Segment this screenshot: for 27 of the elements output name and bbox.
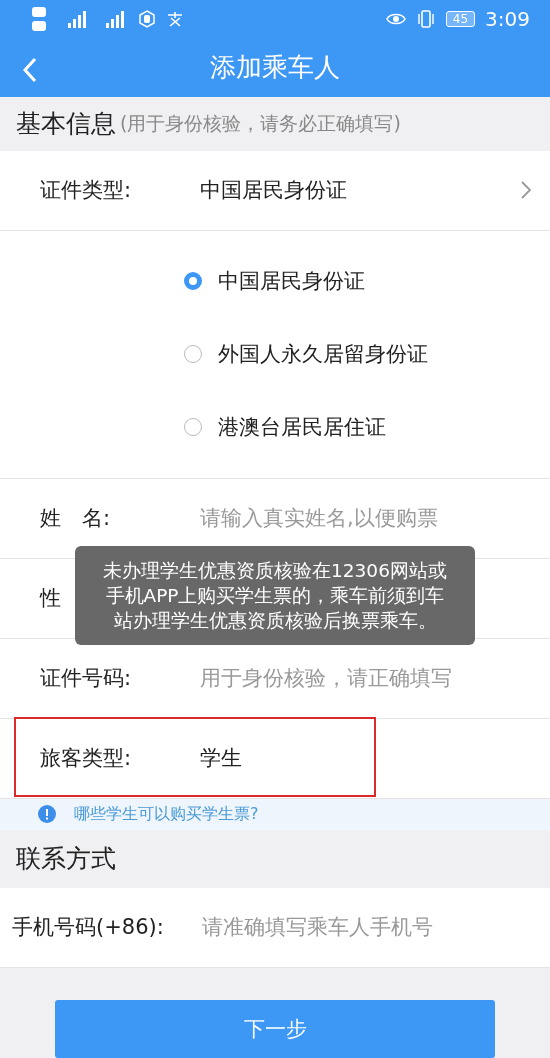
field-label: 姓 名: (40, 505, 111, 533)
section-note: (用于身份核验，请务必正确填写) (120, 110, 401, 136)
translate-icon (166, 10, 184, 29)
page-title: 添加乘车人 (210, 51, 340, 85)
input-field[interactable]: 请准确填写乘车人手机号 (202, 915, 550, 940)
section-title: 联系方式 (16, 843, 116, 876)
clock-time: 3:09 (485, 7, 530, 32)
radio-option[interactable]: 港澳台居民居住证 (184, 390, 550, 464)
field-label: 手机号码(+86): (12, 914, 164, 942)
message-toast: 未办理学生优惠资质核验在12306网站或手机APP上购买学生票的，乘车前须到车站办理学生优惠资质核验后换票乘车。 (75, 546, 475, 645)
field-label: 旅客类型: (40, 745, 132, 773)
field-value[interactable]: 学生 (200, 744, 242, 773)
battery-indicator: 45 (445, 11, 476, 28)
field-label: 性 (40, 585, 61, 613)
field-label: 证件类型: (40, 177, 132, 205)
radio-option[interactable]: 中国居民身份证 (184, 244, 550, 318)
chevron-icon (520, 180, 532, 201)
input-field[interactable]: 用于身份核验，请正确填写 (200, 666, 550, 691)
info-icon (38, 805, 56, 824)
eye-icon (385, 12, 406, 27)
section-title: 基本信息 (16, 108, 116, 141)
input-field[interactable]: 请输入真实姓名,以便购票 (200, 506, 550, 531)
id-type-select[interactable]: 中国居民身份证 (200, 176, 347, 205)
back-icon (22, 56, 38, 83)
vibrate-icon (415, 10, 436, 29)
radio-option[interactable]: 外国人永久居留身份证 (184, 317, 550, 391)
field-label: 证件号码: (40, 665, 132, 693)
